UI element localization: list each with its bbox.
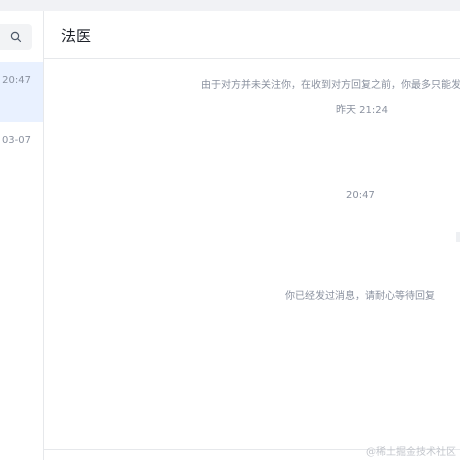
system-notice-wait: 你已经发过消息，请耐心等待回复 <box>285 291 435 302</box>
conversation-item[interactable]: 03-07 <box>0 122 43 182</box>
top-strip <box>0 0 460 11</box>
conversation-time: 03-07 <box>1 135 31 146</box>
conversation-sidebar: 20:47 03-07 <box>0 11 44 460</box>
system-notice-follow: 由于对方并未关注你，在收到对方回复之前，你最多只能发送 <box>201 80 460 91</box>
conversation-time: 20:47 <box>2 75 31 86</box>
chat-title: 法医 <box>61 27 92 45</box>
conversation-item-active[interactable]: 20:47 <box>0 62 43 122</box>
search-icon <box>10 31 22 43</box>
search-button[interactable] <box>0 24 32 50</box>
watermark: @稀土掘金技术社区 <box>366 447 456 458</box>
scrollbar-thumb[interactable] <box>456 232 460 242</box>
app-window: 20:47 03-07 法医 由于对方并未关注你，在收到对方回复之前，你最多只能… <box>0 0 460 460</box>
chat-panel: 法医 由于对方并未关注你，在收到对方回复之前，你最多只能发送 昨天 21:24 … <box>44 11 460 460</box>
chat-header: 法医 <box>44 11 460 59</box>
message-timestamp: 20:47 <box>346 190 375 201</box>
message-timestamp: 昨天 21:24 <box>336 105 388 116</box>
